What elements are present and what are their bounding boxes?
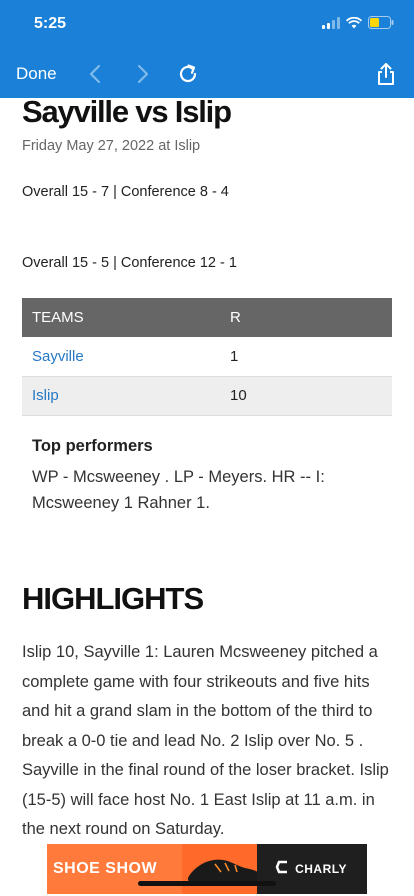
reload-icon[interactable] [176, 62, 200, 86]
highlights-title: HIGHLIGHTS [22, 581, 204, 616]
runs-cell: 10 [220, 376, 392, 416]
signal-icon [322, 16, 340, 29]
team-link-sayville[interactable]: Sayville [22, 337, 220, 377]
highlights-body: Islip 10, Sayville 1: Lauren Mcsweeney p… [22, 643, 389, 838]
ad-text: SHOE SHOW [53, 860, 158, 877]
score-table: TEAMS R Sayville 1 Islip 10 [22, 298, 392, 416]
done-button[interactable]: Done [16, 64, 57, 84]
back-icon[interactable] [84, 62, 108, 86]
browser-toolbar: Done [0, 50, 414, 98]
game-title: Sayville vs Islip [22, 98, 232, 129]
table-row: Sayville 1 [22, 337, 392, 377]
header-runs: R [220, 298, 392, 337]
ad-brand: CHARLY [295, 862, 347, 876]
score-table-header: TEAMS R [22, 298, 392, 337]
brand-logo-icon [275, 860, 289, 879]
wifi-icon [346, 16, 362, 29]
team-2-record: Overall 15 - 5 | Conference 12 - 1 [22, 255, 237, 271]
team-1-record: Overall 15 - 7 | Conference 8 - 4 [22, 184, 229, 200]
shoe-icon [185, 850, 265, 893]
forward-icon[interactable] [130, 62, 154, 86]
article-content[interactable]: Sayville vs Islip Friday May 27, 2022 at… [0, 98, 414, 896]
status-time: 5:25 [34, 15, 67, 32]
top-performers-text: WP - Mcsweeney . LP - Meyers. HR -- I: M… [32, 468, 325, 512]
battery-icon [368, 16, 394, 29]
status-bar: 5:25 [0, 0, 414, 50]
header-teams: TEAMS [22, 298, 220, 337]
game-date: Friday May 27, 2022 at Islip [22, 138, 201, 154]
runs-cell: 1 [220, 337, 392, 377]
team-link-islip[interactable]: Islip [22, 376, 220, 416]
table-row: Islip 10 [22, 376, 392, 416]
status-icons [322, 16, 394, 29]
ad-banner[interactable]: SHOE SHOW CHARLY [47, 844, 367, 894]
top-performers-title: Top performers [32, 437, 153, 455]
share-icon[interactable] [374, 62, 398, 86]
home-indicator[interactable] [138, 881, 276, 886]
